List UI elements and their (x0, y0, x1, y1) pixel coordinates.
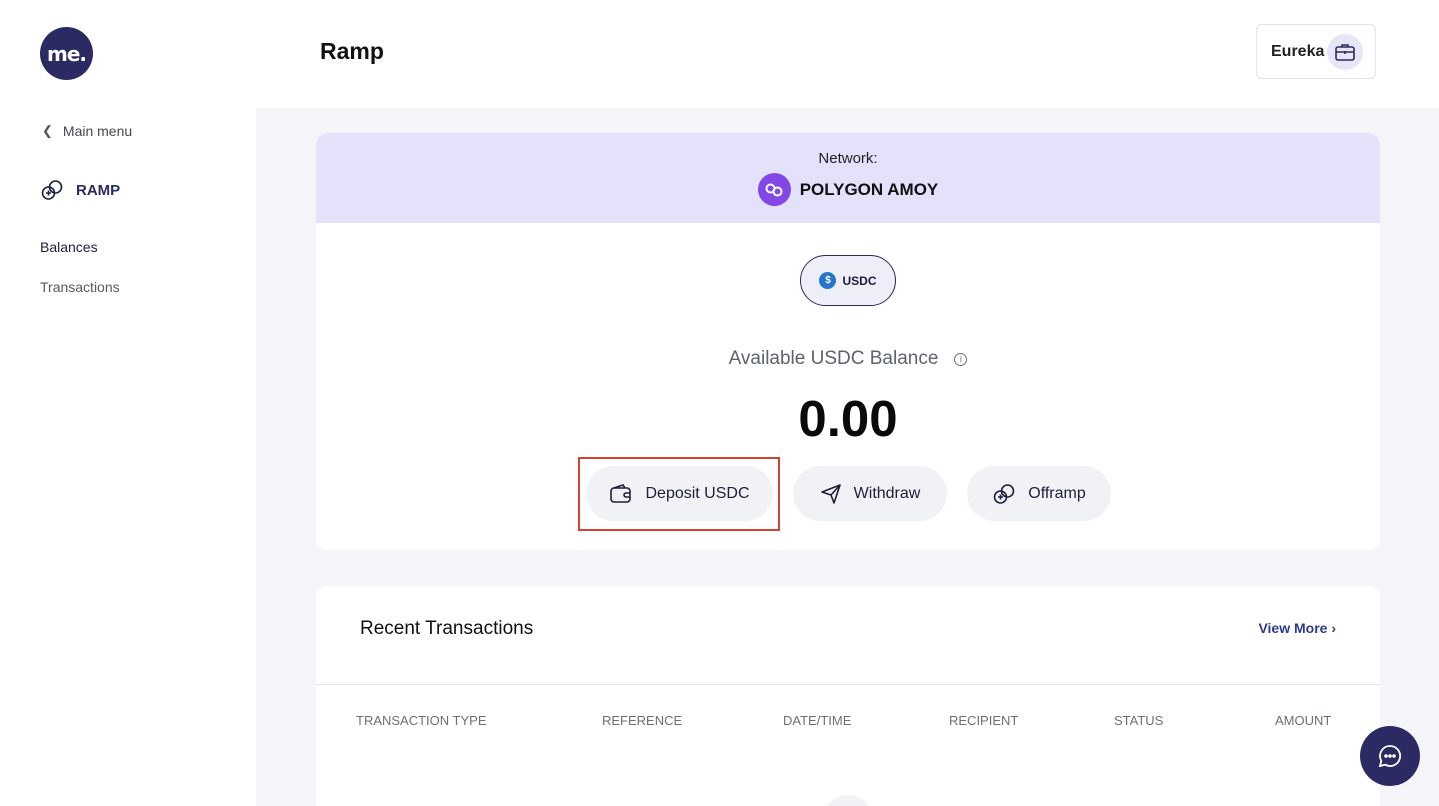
network-name: POLYGON AMOY (757, 173, 939, 206)
offramp-label: Offramp (1028, 484, 1086, 502)
view-more-label: View More (1258, 620, 1328, 636)
column-header-date-time: DATE/TIME (783, 713, 852, 728)
section-title: RAMP (40, 178, 120, 202)
balance-value: 0.00 (798, 390, 898, 447)
asset-chip-usdc[interactable]: $ USDC (800, 255, 896, 306)
column-header-amount: AMOUNT (1275, 713, 1332, 728)
network-name-label: POLYGON AMOY (799, 179, 939, 199)
account-switcher[interactable]: Eureka (1256, 24, 1376, 79)
send-icon (820, 483, 841, 504)
column-header-status: STATUS (1114, 713, 1164, 728)
chat-button[interactable] (1360, 726, 1420, 786)
info-icon[interactable]: i (954, 352, 968, 366)
sidebar-item-balances[interactable]: Balances (40, 239, 98, 255)
network-header: Network: POLYGON AMOY (316, 133, 1380, 223)
recent-transactions-card: Recent Transactions View More › TRANSACT… (316, 586, 1380, 806)
network-label: Network: (818, 150, 878, 167)
offramp-button[interactable]: Offramp (967, 466, 1111, 521)
polygon-icon (757, 173, 791, 206)
account-name: Eureka (1271, 42, 1325, 60)
balance-card: Network: POLYGON AMOY $ USDC Available U… (316, 133, 1380, 550)
chevron-right-icon: › (1331, 620, 1336, 636)
column-header-transaction-type: TRANSACTION TYPE (356, 713, 487, 728)
balance-label-text: Available USDC Balance (728, 348, 939, 369)
divider (316, 684, 1380, 685)
section-title-label: RAMP (76, 181, 121, 199)
sidebar-item-transactions[interactable]: Transactions (40, 279, 120, 295)
withdraw-button[interactable]: Withdraw (793, 466, 947, 521)
main-menu-link[interactable]: ❮ Main menu (42, 123, 132, 139)
view-more-link[interactable]: View More › (1258, 620, 1336, 636)
column-header-reference: REFERENCE (602, 713, 683, 728)
sidebar: me. ❮ Main menu RAMP Balances Transactio… (0, 0, 256, 806)
action-row: Deposit USDC Withdraw Offramp (316, 466, 1380, 521)
main-menu-label: Main menu (62, 123, 133, 139)
chevron-left-icon: ❮ (42, 123, 53, 138)
asset-chip-label: USDC (842, 273, 877, 288)
recent-transactions-title: Recent Transactions (360, 618, 534, 639)
page-title: Ramp (320, 38, 384, 64)
chat-icon (1378, 745, 1402, 768)
usdc-coin-icon: $ (819, 272, 837, 289)
withdraw-label: Withdraw (853, 484, 921, 502)
deposit-highlight-box (578, 457, 780, 531)
ramp-icon (41, 180, 63, 200)
empty-state-icon (824, 795, 872, 806)
offramp-icon (993, 483, 1015, 504)
briefcase-icon (1327, 33, 1363, 70)
app-logo[interactable]: me. (40, 27, 93, 80)
column-header-recipient: RECIPIENT (949, 713, 1019, 728)
balance-label: Available USDC Balance i (316, 348, 1380, 370)
